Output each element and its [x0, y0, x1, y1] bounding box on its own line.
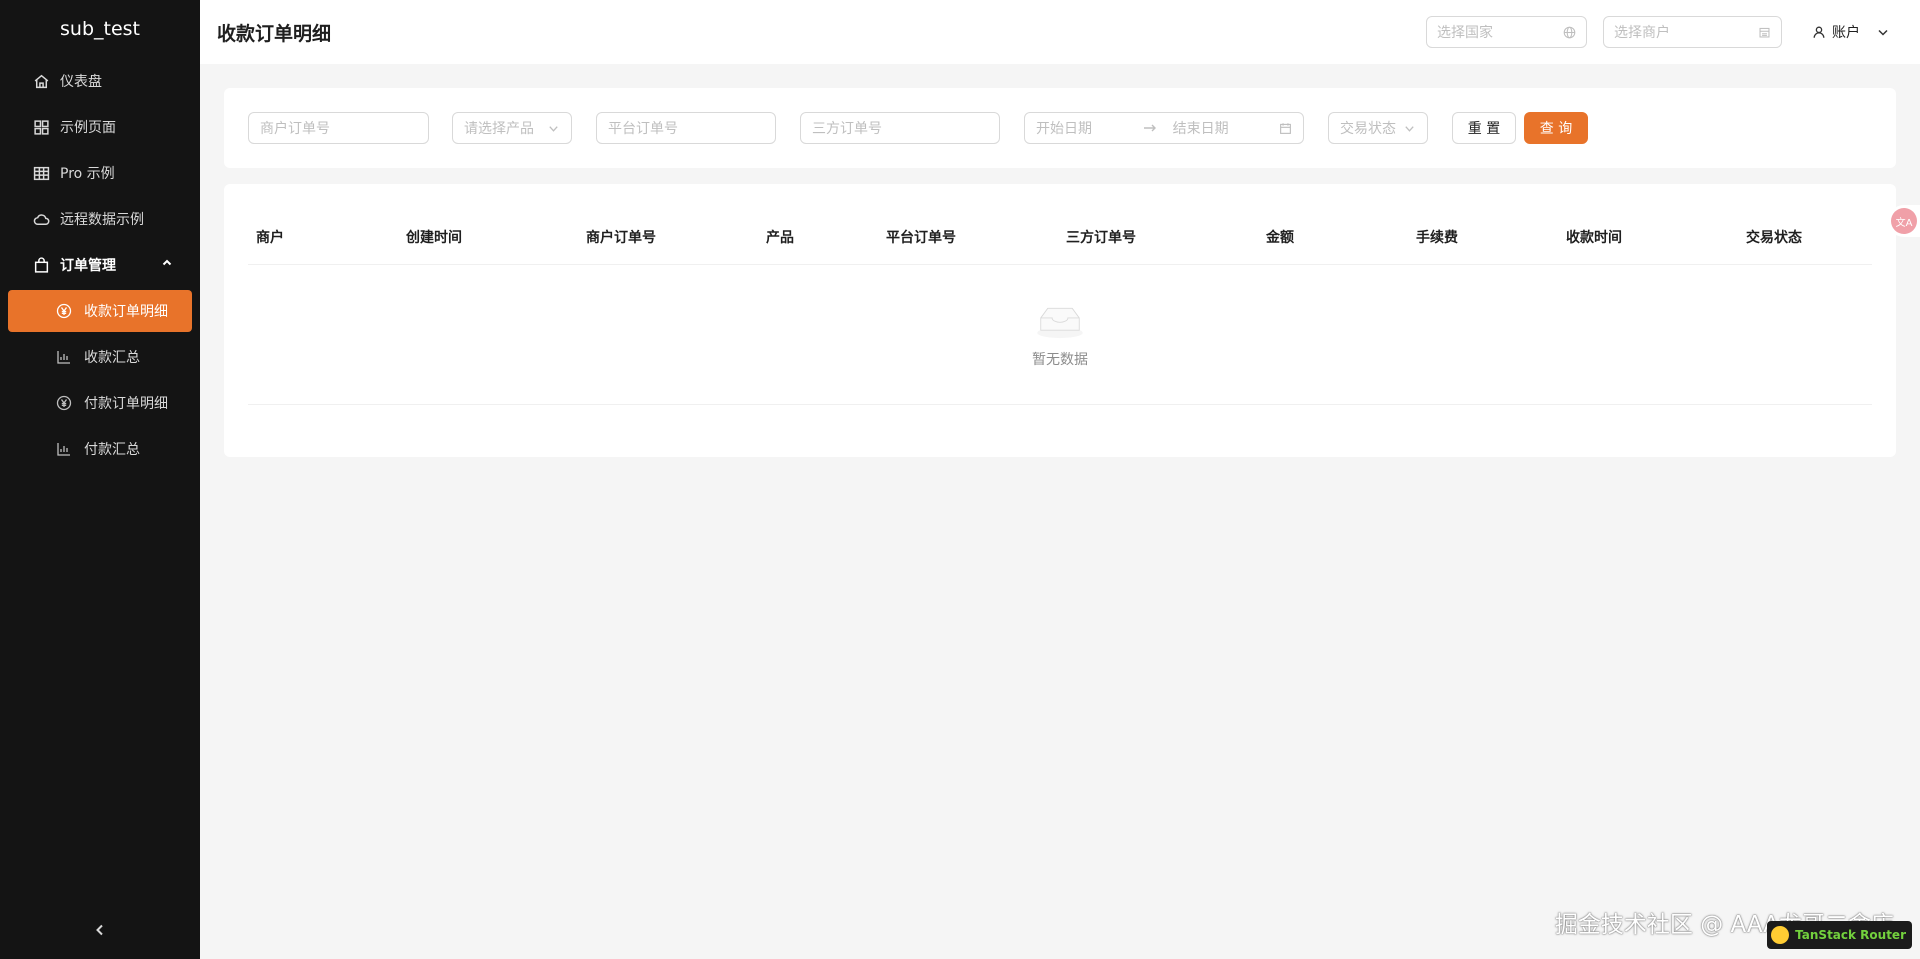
column-platform-order-no: 平台订单号 — [886, 230, 956, 246]
sidebar-item-payment-summary[interactable]: 付款汇总 — [0, 426, 200, 472]
product-select-placeholder: 请选择产品 — [464, 121, 534, 137]
bar-chart-icon — [56, 349, 72, 365]
header-controls: 选择国家 选择商户 账户 — [1426, 0, 1920, 64]
sidebar-item-pro-example[interactable]: Pro 示例 — [0, 150, 200, 196]
sidebar-item-label: 示例页面 — [60, 120, 116, 136]
router-badge-label: TanStack Router — [1795, 928, 1906, 942]
table-header: 商户 创建时间 商户订单号 产品 平台订单号 三方订单号 金额 手续费 收款时间… — [248, 209, 1872, 265]
sidebar-item-label: 仪表盘 — [60, 74, 102, 90]
sidebar-item-example-page[interactable]: 示例页面 — [0, 104, 200, 150]
column-product: 产品 — [766, 230, 794, 246]
column-created-time: 创建时间 — [406, 230, 462, 246]
globe-icon — [1563, 26, 1576, 38]
column-merchant: 商户 — [256, 230, 284, 246]
product-select[interactable]: 请选择产品 — [452, 112, 572, 144]
shop-icon — [1759, 27, 1770, 37]
sidebar-item-dashboard[interactable]: 仪表盘 — [0, 58, 200, 104]
platform-order-no-placeholder: 平台订单号 — [608, 121, 678, 137]
cloud-icon — [32, 210, 50, 228]
column-merchant-order-no: 商户订单号 — [586, 230, 656, 246]
sidebar-item-label: Pro 示例 — [60, 166, 115, 182]
sidebar-item-remote-data[interactable]: 远程数据示例 — [0, 196, 200, 242]
country-select[interactable]: 选择国家 — [1426, 16, 1587, 48]
third-party-order-no-placeholder: 三方订单号 — [812, 121, 882, 137]
sidebar-item-collection-summary[interactable]: 收款汇总 — [0, 334, 200, 380]
chevron-up-icon — [160, 256, 174, 270]
query-button[interactable]: 查 询 — [1524, 112, 1588, 144]
column-amount: 金额 — [1266, 230, 1294, 246]
third-party-order-no-input[interactable]: 三方订单号 — [800, 112, 1000, 144]
platform-order-no-input[interactable]: 平台订单号 — [596, 112, 776, 144]
sidebar-item-label: 远程数据示例 — [60, 212, 144, 228]
merchant-select[interactable]: 选择商户 — [1603, 16, 1782, 48]
tanstack-logo-icon — [1771, 926, 1790, 944]
sidebar-item-collection-order-detail[interactable]: 收款订单明细 — [8, 290, 192, 332]
sidebar-group-label: 订单管理 — [60, 258, 116, 274]
home-icon — [32, 72, 50, 90]
merchant-order-no-placeholder: 商户订单号 — [260, 121, 330, 137]
sidebar-item-payment-order-detail[interactable]: 付款订单明细 — [0, 380, 200, 426]
account-label: 账户 — [1832, 25, 1860, 41]
sidebar-item-label: 收款汇总 — [84, 350, 140, 366]
yen-circle-icon — [56, 395, 72, 411]
sidebar-item-label: 收款订单明细 — [84, 304, 168, 320]
trade-status-placeholder: 交易状态 — [1340, 121, 1396, 137]
empty-state: 暂无数据 — [248, 265, 1872, 405]
arrow-right-icon — [1144, 124, 1157, 132]
merchant-order-no-input[interactable]: 商户订单号 — [248, 112, 429, 144]
end-date-placeholder: 结束日期 — [1172, 121, 1229, 137]
sidebar-group-order-management[interactable]: 订单管理 — [0, 242, 200, 288]
user-icon — [1813, 26, 1825, 38]
yen-circle-icon — [56, 303, 72, 319]
chevron-down-icon — [549, 125, 558, 132]
grid-icon — [32, 118, 50, 136]
date-range-picker[interactable]: 开始日期 结束日期 — [1024, 112, 1304, 144]
bar-chart-icon — [56, 441, 72, 457]
account-menu[interactable]: 账户 — [1812, 22, 1890, 42]
merchant-select-placeholder: 选择商户 — [1614, 25, 1670, 41]
filter-panel: 商户订单号 请选择产品 平台订单号 三方订单号 开始日期 结束日期 交易状态 重… — [224, 88, 1896, 168]
translate-icon: 文A — [1891, 208, 1917, 234]
chevron-down-icon — [1405, 125, 1414, 132]
chevron-left-icon — [96, 924, 103, 936]
order-table-card: 商户 创建时间 商户订单号 产品 平台订单号 三方订单号 金额 手续费 收款时间… — [224, 184, 1896, 457]
country-select-placeholder: 选择国家 — [1437, 25, 1493, 41]
sidebar-item-label: 付款汇总 — [84, 442, 140, 458]
brand-title: sub_test — [60, 18, 140, 40]
column-fee: 手续费 — [1416, 230, 1458, 246]
start-date-placeholder: 开始日期 — [1036, 121, 1092, 137]
empty-box-icon — [1037, 307, 1083, 338]
translate-float-button[interactable]: 文A — [1888, 205, 1920, 237]
table-icon — [32, 164, 50, 182]
sidebar-collapse-button[interactable] — [0, 915, 200, 945]
sidebar: sub_test 仪表盘 示例页面 Pro 示例 远程数据示例 订单管理 收款订… — [0, 0, 200, 959]
shopping-bag-icon — [32, 256, 50, 274]
sidebar-item-label: 付款订单明细 — [84, 396, 168, 412]
chevron-down-icon — [1878, 29, 1888, 36]
page-title: 收款订单明细 — [217, 22, 332, 45]
trade-status-select[interactable]: 交易状态 — [1328, 112, 1428, 144]
top-header: 收款订单明细 选择国家 选择商户 账户 — [200, 0, 1920, 64]
calendar-icon — [1280, 122, 1291, 134]
column-third-party-order-no: 三方订单号 — [1066, 230, 1136, 246]
column-collection-time: 收款时间 — [1566, 230, 1622, 246]
tanstack-router-devtools-button[interactable]: TanStack Router — [1767, 921, 1912, 949]
reset-button[interactable]: 重 置 — [1452, 112, 1516, 144]
empty-state-text: 暂无数据 — [1032, 351, 1088, 368]
column-trade-status: 交易状态 — [1746, 230, 1802, 246]
